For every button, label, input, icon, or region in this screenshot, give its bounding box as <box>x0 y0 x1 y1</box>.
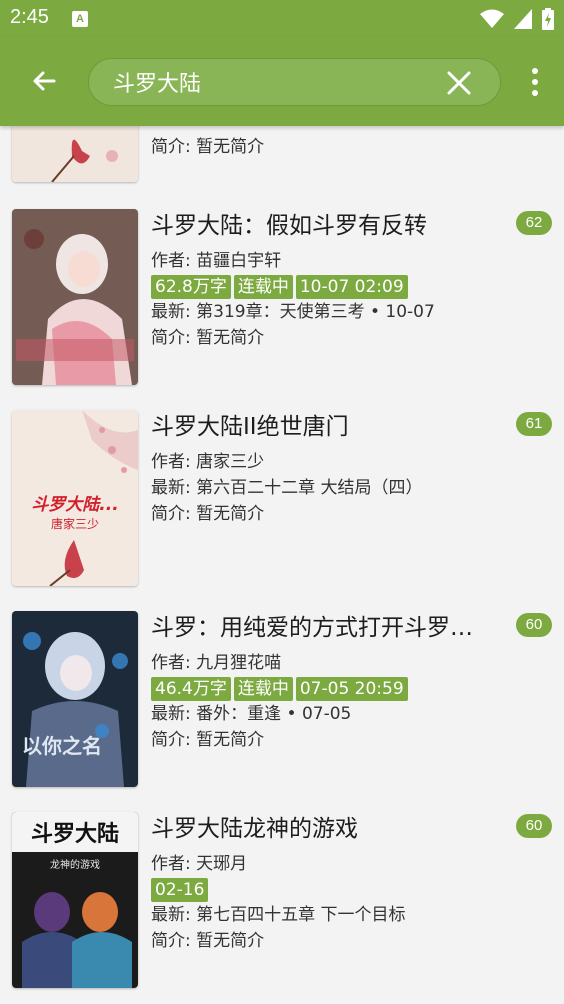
status-time: 2:45 <box>10 6 49 28</box>
result-count-badge: 62 <box>516 211 552 235</box>
book-tags: 62.8万字 连载中 10-07 02:09 <box>151 275 408 299</box>
word-count-tag: 46.4万字 <box>151 677 231 701</box>
book-list-item[interactable]: 以你之名 斗罗：用纯爱的方式打开斗罗… 60 作者: 九月狸花喵 46.4万字 … <box>0 611 564 791</box>
update-time-tag: 07-05 20:59 <box>295 677 408 701</box>
book-tags: 46.4万字 连载中 07-05 20:59 <box>151 677 408 701</box>
book-title: 斗罗大陆：假如斗罗有反转 <box>151 213 427 239</box>
system-icons <box>480 8 554 30</box>
update-time-tag: 10-07 02:09 <box>295 275 408 299</box>
cover-author-text: 唐家三少 <box>51 516 99 531</box>
book-cover-image: 以你之名 <box>12 611 138 787</box>
book-title: 斗罗大陆龙神的游戏 <box>151 816 358 842</box>
book-list-item[interactable]: 简介: 暂无简介 <box>0 126 564 186</box>
book-intro: 简介: 暂无简介 <box>151 504 265 524</box>
status-tag: 连载中 <box>233 275 293 299</box>
book-cover-image: 斗罗大陆 龙神的游戏 <box>12 812 138 988</box>
book-author: 作者: 唐家三少 <box>151 452 265 472</box>
book-latest-chapter: 最新: 第319章：天使第三考 • 10-07 <box>151 302 435 322</box>
more-vert-icon[interactable] <box>530 67 540 97</box>
update-time-tag: 02-16 <box>151 878 209 902</box>
signal-icon <box>514 9 532 29</box>
book-intro: 简介: 暂无简介 <box>151 730 265 750</box>
book-list-item[interactable]: 斗罗大陆：假如斗罗有反转 62 作者: 苗疆白宇轩 62.8万字 连载中 10-… <box>0 209 564 389</box>
back-arrow-icon[interactable] <box>26 63 62 99</box>
result-count-badge: 61 <box>516 412 552 436</box>
book-author: 作者: 九月狸花喵 <box>151 653 282 673</box>
book-list-item[interactable]: 斗罗大陆... 唐家三少 斗罗大陆II绝世唐门 61 作者: 唐家三少 最新: … <box>0 410 564 590</box>
book-intro: 简介: 暂无简介 <box>151 931 265 951</box>
result-count-badge: 60 <box>516 613 552 637</box>
book-latest-chapter: 最新: 番外：重逢 • 07-05 <box>151 704 352 724</box>
book-author: 作者: 苗疆白宇轩 <box>151 251 282 271</box>
cover-title-text: 斗罗大陆 <box>31 822 119 847</box>
cover-title-text: 以你之名 <box>22 734 102 758</box>
search-box[interactable] <box>88 58 501 106</box>
book-tags: 02-16 <box>151 878 209 902</box>
clear-icon[interactable] <box>446 70 472 96</box>
status-bar: 2:45 A <box>0 0 564 37</box>
status-tag: 连载中 <box>233 677 293 701</box>
book-latest-chapter: 最新: 第六百二十二章 大结局（四） <box>151 478 423 498</box>
battery-icon <box>542 8 554 30</box>
word-count-tag: 62.8万字 <box>151 275 231 299</box>
cover-subtitle-text: 龙神的游戏 <box>50 858 100 871</box>
book-cover-image: 斗罗大陆... 唐家三少 <box>12 410 138 586</box>
book-title: 斗罗：用纯爱的方式打开斗罗… <box>151 615 473 641</box>
wifi-icon <box>480 9 504 28</box>
book-intro: 简介: 暂无简介 <box>151 137 265 157</box>
book-intro: 简介: 暂无简介 <box>151 328 265 348</box>
top-app-bar <box>0 37 564 126</box>
book-author: 作者: 天琊月 <box>151 854 248 874</box>
search-results-list: 简介: 暂无简介 斗罗大陆：假如斗罗有反转 62 作者: 苗疆白宇轩 62.8万… <box>0 126 564 1004</box>
book-latest-chapter: 最新: 第七百四十五章 下一个目标 <box>151 905 406 925</box>
book-title: 斗罗大陆II绝世唐门 <box>151 414 349 440</box>
book-list-item[interactable]: 斗罗大陆 龙神的游戏 斗罗大陆龙神的游戏 60 作者: 天琊月 02-16 最新… <box>0 812 564 992</box>
cover-title-text: 斗罗大陆... <box>31 495 118 515</box>
notification-icon: A <box>72 11 88 27</box>
book-cover-image <box>12 126 138 182</box>
search-input[interactable] <box>113 59 433 105</box>
result-count-badge: 60 <box>516 814 552 838</box>
book-cover-image <box>12 209 138 385</box>
